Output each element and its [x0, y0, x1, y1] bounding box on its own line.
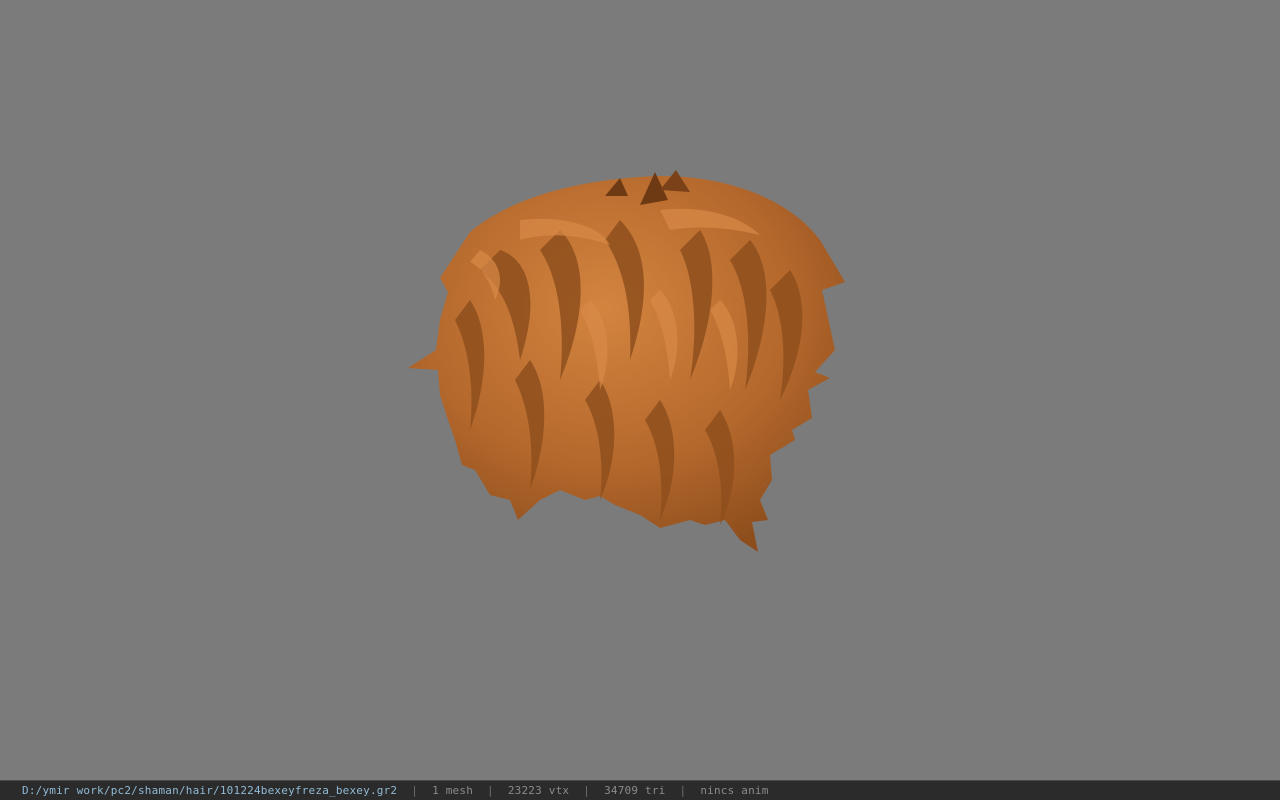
separator: | [679, 784, 687, 797]
3d-viewport[interactable] [0, 0, 1280, 780]
vertex-count: 23223 vtx [507, 784, 570, 797]
animation-status: nincs anim [700, 784, 769, 797]
mesh-count: 1 mesh [432, 784, 474, 797]
hair-model[interactable] [0, 0, 1280, 780]
separator: | [487, 784, 494, 797]
separator: | [583, 784, 591, 797]
separator: | [411, 784, 419, 797]
triangle-count: 34709 tri [604, 784, 666, 797]
status-bar: D:/ymir work/pc2/shaman/hair/101224bexey… [0, 780, 1280, 800]
file-path: D:/ymir work/pc2/shaman/hair/101224bexey… [22, 784, 398, 797]
